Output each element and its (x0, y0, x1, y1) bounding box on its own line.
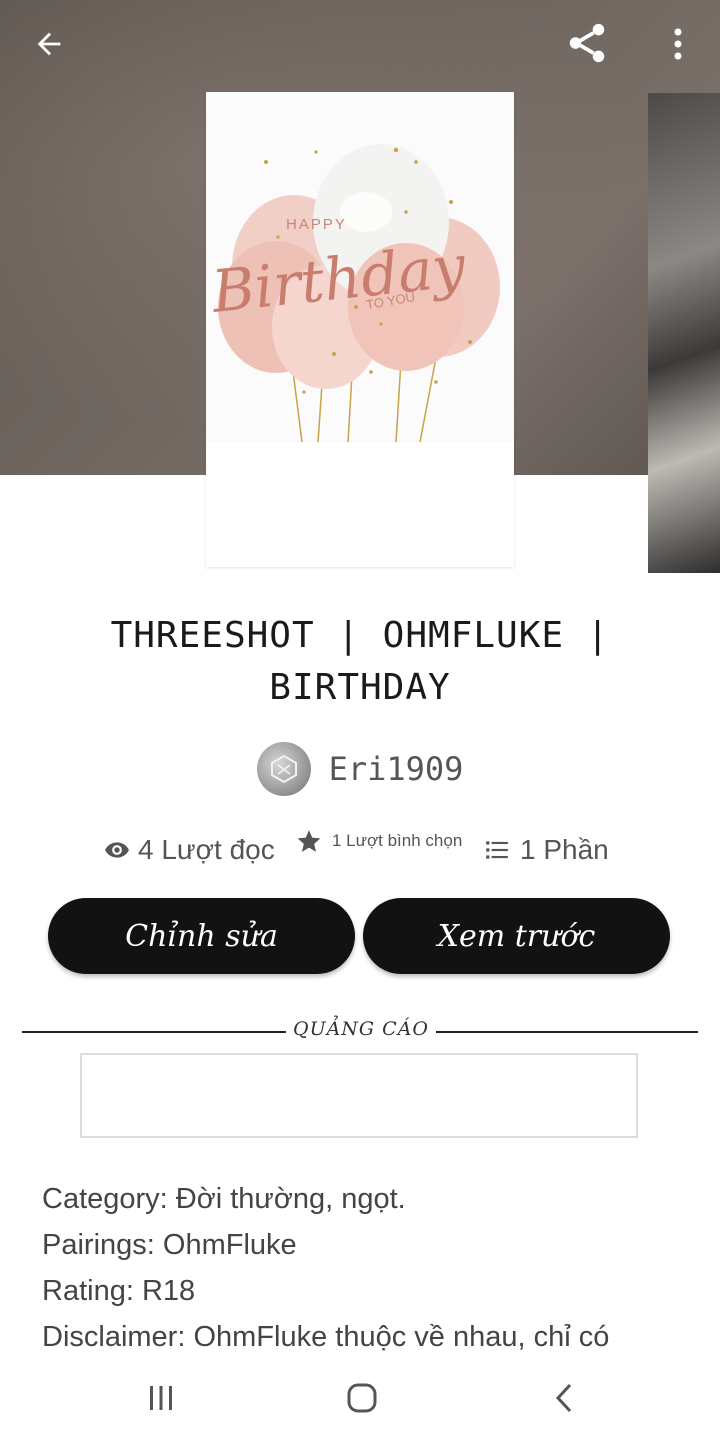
recent-apps-button[interactable] (131, 1370, 191, 1426)
home-button[interactable] (332, 1370, 392, 1426)
story-cover-image[interactable]: HAPPY Birthday TO YOU (206, 92, 514, 567)
share-icon (569, 23, 605, 63)
home-icon (347, 1383, 377, 1413)
recent-apps-icon (150, 1386, 172, 1410)
share-button[interactable] (560, 18, 614, 68)
more-options-button[interactable] (658, 20, 698, 68)
story-description: Category: Đời thường, ngọt. Pairings: Oh… (42, 1176, 682, 1360)
system-navigation-bar (0, 1360, 720, 1433)
birthday-balloons-illustration: HAPPY Birthday TO YOU (206, 92, 514, 567)
ad-label: QUẢNG CÁO (293, 1018, 429, 1040)
votes-count: 1 Lượt bình chọn (332, 831, 463, 850)
story-stats: 4 Lượt đọc 1 Lượt bình chọn 1 Phần (0, 828, 720, 874)
ad-banner[interactable] (80, 1053, 638, 1138)
system-back-button[interactable] (534, 1370, 594, 1426)
ad-divider-right (436, 1031, 698, 1033)
top-app-bar (0, 0, 720, 88)
description-line: Rating: R18 (42, 1275, 196, 1307)
author-name[interactable]: Eri1909 (329, 750, 464, 788)
more-vertical-icon (674, 28, 682, 60)
eye-icon (105, 842, 129, 858)
parts-stat: 1 Phần (484, 834, 609, 866)
arrow-left-icon (37, 32, 61, 56)
edit-button[interactable]: Chỉnh sửa (48, 898, 355, 974)
description-line: Category: Đời thường, ngọt. (42, 1183, 406, 1215)
votes-stat: 1 Lượt bình chọn (296, 830, 463, 860)
hexagon-logo-icon (270, 754, 297, 784)
story-title: THREESHOT | OHMFLUKE | BIRTHDAY (110, 615, 610, 708)
author-row[interactable]: Eri1909 (0, 742, 720, 796)
cover-happy-text: HAPPY (286, 216, 347, 233)
reads-count: 4 Lượt đọc (138, 834, 275, 865)
star-icon (297, 830, 321, 852)
preview-button[interactable]: Xem trước (363, 898, 670, 974)
reads-stat: 4 Lượt đọc (104, 834, 275, 866)
list-icon (486, 841, 508, 859)
ad-divider-left (22, 1031, 286, 1033)
chevron-left-icon (555, 1383, 572, 1413)
parts-count: 1 Phần (520, 834, 609, 865)
next-story-cover[interactable] (648, 93, 720, 573)
author-avatar[interactable] (256, 742, 311, 796)
description-line: Pairings: OhmFluke (42, 1229, 297, 1261)
back-button[interactable] (22, 22, 76, 66)
description-line: Disclaimer: OhmFluke thuộc về nhau, chỉ … (42, 1321, 610, 1353)
